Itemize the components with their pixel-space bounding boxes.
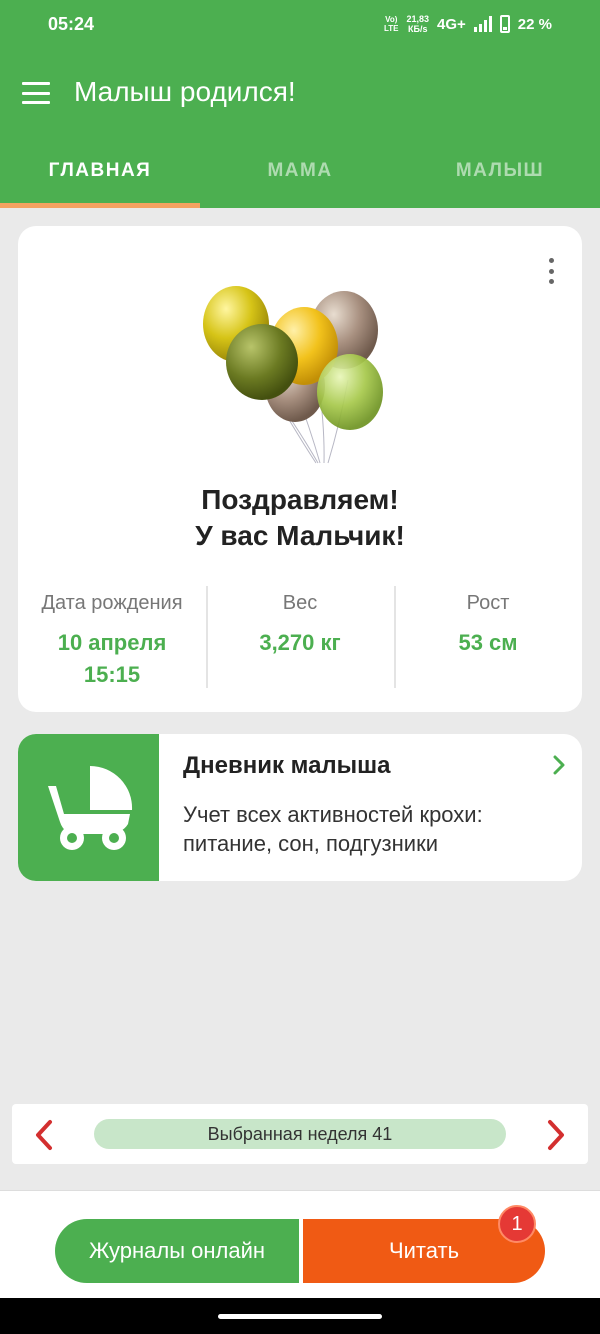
- diary-description: Учет всех активностей крохи: питание, со…: [183, 802, 483, 856]
- birth-time-value: 15:15: [83, 662, 141, 687]
- battery-icon: [499, 15, 510, 33]
- birth-date-value: 10 апреля: [57, 630, 167, 655]
- stat-birth-date: Дата рождения 10 апреля 15:15: [18, 586, 206, 688]
- tab-bar: ГЛАВНАЯ МАМА МАЛЫШ: [0, 136, 600, 208]
- previous-week-arrow-icon[interactable]: [32, 1118, 56, 1152]
- congrats-message: Поздравляем! У вас Мальчик!: [18, 482, 582, 554]
- signal-icon: [473, 16, 492, 32]
- birth-card: Поздравляем! У вас Мальчик! Дата рождени…: [18, 226, 582, 712]
- home-indicator[interactable]: [218, 1314, 382, 1319]
- app-title: Малыш родился!: [74, 76, 296, 107]
- diary-title: Дневник малыша: [183, 752, 391, 779]
- battery-level: 22 %: [517, 15, 552, 33]
- more-options-icon[interactable]: [546, 258, 556, 284]
- diary-icon-box: [18, 734, 159, 881]
- chevron-right-icon: [553, 755, 565, 775]
- bottom-action-area: Журналы онлайн Читать 1: [0, 1190, 600, 1298]
- stat-height: Рост 53 см: [394, 586, 582, 688]
- notification-badge: 1: [498, 1205, 536, 1243]
- tab-main[interactable]: ГЛАВНАЯ: [0, 136, 200, 208]
- balloons-illustration: [203, 286, 383, 464]
- baby-diary-card[interactable]: Дневник малыша Учет всех активностей кро…: [18, 734, 582, 881]
- birth-stats: Дата рождения 10 апреля 15:15 Вес 3,270 …: [18, 586, 582, 688]
- volte-indicator: Vo) LTE: [383, 15, 399, 33]
- next-week-arrow-icon[interactable]: [544, 1118, 568, 1152]
- status-bar: 05:24 Vo) LTE 21,83 КБ/s 4G+ 22 %: [0, 0, 600, 52]
- congrats-line-1: Поздравляем!: [201, 484, 399, 515]
- stat-label: Дата рождения: [41, 592, 183, 614]
- tab-baby[interactable]: МАЛЫШ: [400, 136, 600, 208]
- stat-weight: Вес 3,270 кг: [206, 586, 394, 688]
- network-speed-value: 21,83: [406, 14, 430, 24]
- height-value: 53 см: [458, 630, 518, 655]
- journals-online-button[interactable]: Журналы онлайн: [55, 1219, 299, 1283]
- congrats-line-2: У вас Мальчик!: [195, 520, 405, 551]
- network-speed-unit: КБ/s: [408, 24, 428, 34]
- app-bar: Малыш родился!: [0, 52, 600, 136]
- stat-label: Рост: [466, 592, 510, 614]
- system-navigation-bar: [0, 1298, 600, 1334]
- selected-week-label: Выбранная неделя 41: [94, 1119, 506, 1149]
- stat-label: Вес: [282, 592, 318, 614]
- tab-mom[interactable]: МАМА: [200, 136, 400, 208]
- week-selector: Выбранная неделя 41: [12, 1104, 588, 1164]
- hamburger-menu-icon[interactable]: [22, 82, 50, 104]
- weight-value: 3,270 кг: [259, 630, 341, 655]
- status-time: 05:24: [48, 14, 95, 34]
- network-speed: 21,83 КБ/s: [406, 14, 429, 34]
- status-indicators: Vo) LTE 21,83 КБ/s 4G+ 22 %: [384, 14, 552, 34]
- baby-stroller-icon: [48, 766, 133, 850]
- network-type: 4G+: [437, 15, 466, 33]
- stat-value: 10 апреля 15:15: [18, 627, 206, 691]
